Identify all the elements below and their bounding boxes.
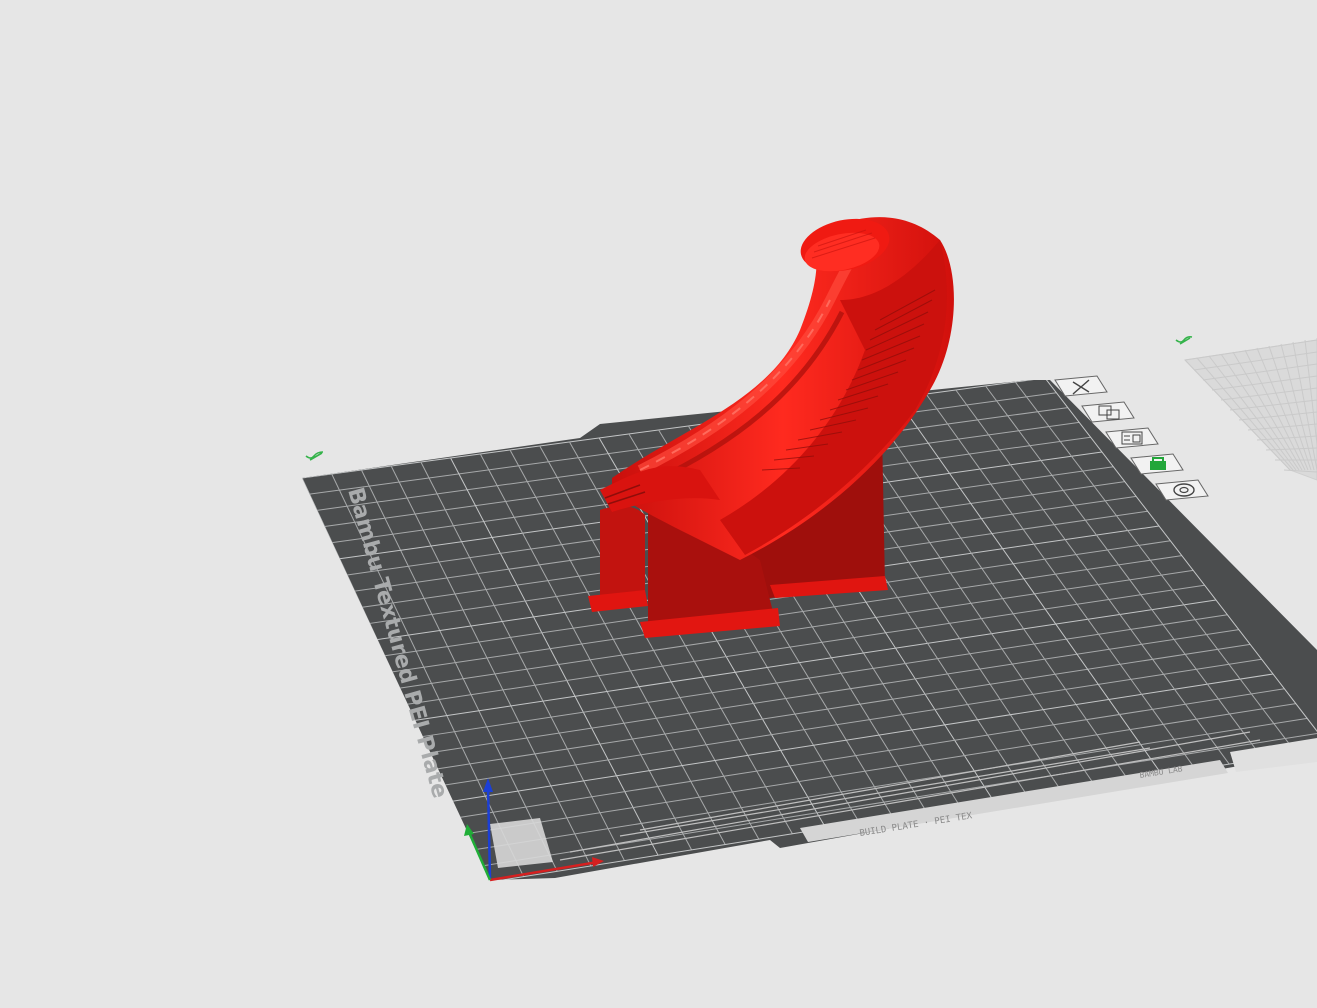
close-plate-button[interactable]: [1054, 375, 1108, 397]
orient-button[interactable]: [1105, 427, 1159, 449]
arrange-button[interactable]: [1081, 401, 1135, 423]
lock-plate-button[interactable]: [1130, 453, 1184, 475]
scene-canvas[interactable]: Bambu Textured PEI Plate BUILD PLATE · P…: [0, 0, 1317, 1008]
secondary-plate[interactable]: [1183, 338, 1317, 481]
plate-marker-icon: [305, 451, 324, 461]
plate-settings-button[interactable]: [1155, 479, 1209, 501]
3d-viewport[interactable]: Bambu Textured PEI Plate BUILD PLATE · P…: [0, 0, 1317, 1008]
secondary-plate-marker-icon: [1175, 336, 1193, 345]
